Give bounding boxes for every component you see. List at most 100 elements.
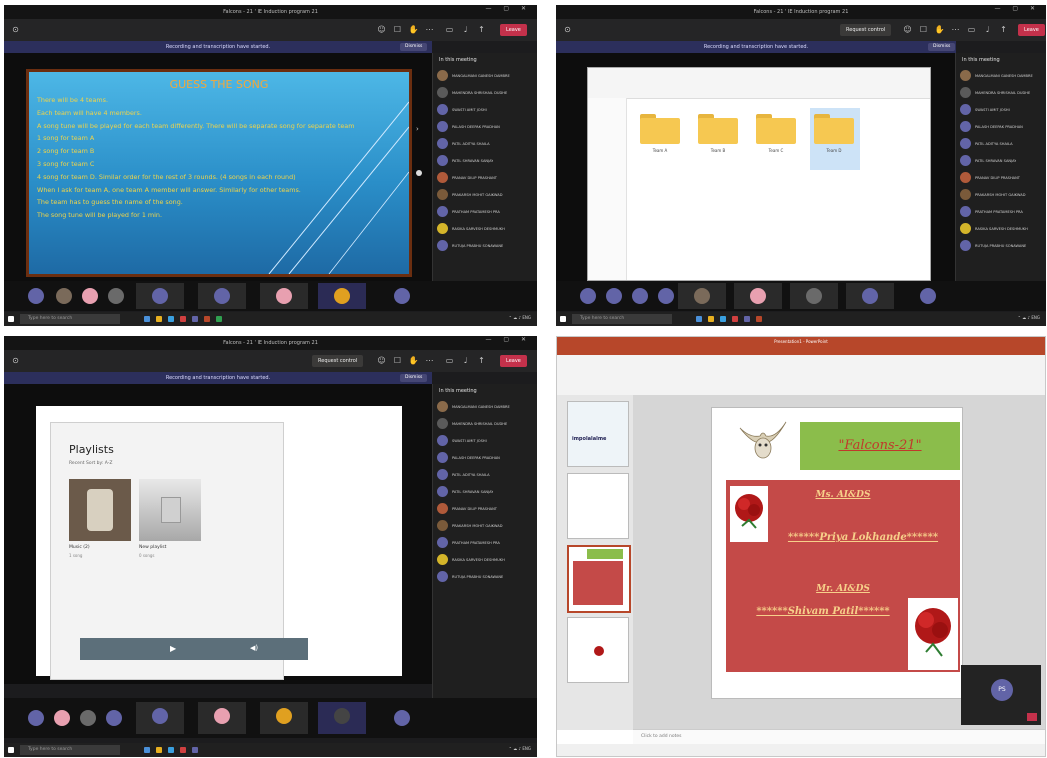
slide-thumbnail-selected[interactable] xyxy=(567,545,631,613)
share-icon[interactable]: ↑ xyxy=(998,24,1009,35)
participant-row[interactable]: PATIL SHRAVAN SANJAY xyxy=(433,483,537,500)
window-controls[interactable]: — ▢ ✕ xyxy=(485,5,531,12)
ppt-ribbon[interactable] xyxy=(557,355,1045,396)
participant-row[interactable]: PALASH DEEPAK PRADHAN xyxy=(433,118,537,135)
powerpoint-icon[interactable] xyxy=(204,316,210,322)
app-icon[interactable] xyxy=(144,316,150,322)
participant-row[interactable]: PRATHAM PRATAMESH PRA xyxy=(956,203,1046,220)
participant-row[interactable]: PRAKARSH MOHIT GAIKWAD xyxy=(956,186,1046,203)
share-icon[interactable]: ↑ xyxy=(476,355,487,366)
camera-icon[interactable]: ▭ xyxy=(444,24,455,35)
participant-row[interactable]: SWASTI AMIT JOSHI xyxy=(433,101,537,118)
participant-row[interactable]: RASIKA SARVESH DESHMUKH xyxy=(433,551,537,568)
camera-icon[interactable]: ▭ xyxy=(966,24,977,35)
mic-icon[interactable]: ♩ xyxy=(460,355,471,366)
app-icon[interactable] xyxy=(696,316,702,322)
participant-row[interactable]: PATIL SHRAVAN SANJAY xyxy=(956,152,1046,169)
next-arrow-icon[interactable]: › xyxy=(416,125,424,133)
slide-thumbnail[interactable] xyxy=(567,617,629,683)
request-control-button[interactable]: Request control xyxy=(840,24,892,36)
participant-row[interactable]: PATIL ADITYA SHAILA xyxy=(433,135,537,152)
folder-icon[interactable] xyxy=(814,112,854,144)
start-icon[interactable] xyxy=(8,316,14,322)
participant-row[interactable]: PRATHAM PRATAMESH PRA xyxy=(433,203,537,220)
people-icon[interactable]: ☺ xyxy=(376,355,387,366)
share-icon[interactable]: ↑ xyxy=(476,24,487,35)
participant-row[interactable]: PRANAV DILIP PRASHANT xyxy=(433,500,537,517)
participant-row[interactable]: RASIKA SARVESH DESHMUKH xyxy=(433,220,537,237)
participant-row[interactable]: RUTUJA PRABHU SONAWANE xyxy=(433,568,537,585)
teams-mini-window[interactable]: PS xyxy=(961,665,1041,725)
participant-row[interactable]: RASIKA SARVESH DESHMUKH xyxy=(956,220,1046,237)
participant-row[interactable]: PRANAV DILIP PRASHANT xyxy=(433,169,537,186)
participant-row[interactable]: PRAKARSH MOHIT GAIKWAD xyxy=(433,517,537,534)
edge-icon[interactable] xyxy=(720,316,726,322)
teams-icon[interactable] xyxy=(192,747,198,753)
dismiss-button[interactable]: Dismiss xyxy=(400,43,428,51)
leave-button[interactable]: Leave xyxy=(500,355,527,367)
people-icon[interactable]: ☺ xyxy=(902,24,913,35)
participant-row[interactable]: PRAKARSH MOHIT GAIKWAD xyxy=(433,186,537,203)
participant-row[interactable]: PATIL SHRAVAN SANJAY xyxy=(433,152,537,169)
media-player-bar[interactable]: ▶ ◀) xyxy=(80,638,308,660)
teams-icon[interactable] xyxy=(192,316,198,322)
slide-thumbnail[interactable] xyxy=(567,473,629,539)
start-icon[interactable] xyxy=(560,316,566,322)
taskbar-search[interactable]: Type here to search xyxy=(20,314,120,324)
participant-row[interactable]: PRANAV DILIP PRASHANT xyxy=(956,169,1046,186)
participant-row[interactable]: RUTUJA PRABHU SONAWANE xyxy=(956,237,1046,254)
folder-icon[interactable] xyxy=(156,316,162,322)
participant-row[interactable]: MANGALMANI GANESH DAMBRE xyxy=(433,398,537,415)
app-icon[interactable] xyxy=(216,316,222,322)
dismiss-button[interactable]: Dismiss xyxy=(928,43,956,51)
app-icon[interactable] xyxy=(180,316,186,322)
start-icon[interactable] xyxy=(8,747,14,753)
camera-icon[interactable]: ▭ xyxy=(444,355,455,366)
edge-icon[interactable] xyxy=(168,747,174,753)
participant-row[interactable]: MANGALMANI GANESH DAMBRE xyxy=(433,67,537,84)
slide-thumbnail[interactable]: impolalalme xyxy=(567,401,629,467)
taskbar-search[interactable]: Type here to search xyxy=(572,314,672,324)
app-icon[interactable] xyxy=(732,316,738,322)
participant-row[interactable]: MANGALMANI GANESH DAMBRE xyxy=(956,67,1046,84)
more-icon[interactable]: ⋯ xyxy=(424,24,435,35)
participant-row[interactable]: PATIL ADITYA SHAILA xyxy=(433,466,537,483)
playlists-filter[interactable]: Recent Sort by: A-Z xyxy=(69,461,112,466)
participant-row[interactable]: PALASH DEEPAK PRADHAN xyxy=(433,449,537,466)
hand-icon[interactable]: ✋ xyxy=(408,24,419,35)
folder-icon[interactable] xyxy=(756,112,796,144)
hand-icon[interactable]: ✋ xyxy=(408,355,419,366)
request-control-button[interactable]: Request control xyxy=(312,355,364,367)
playlist-card[interactable] xyxy=(69,479,131,541)
app-icon[interactable] xyxy=(144,747,150,753)
teams-icon[interactable] xyxy=(744,316,750,322)
participant-row[interactable]: PATIL ADITYA SHAILA xyxy=(956,135,1046,152)
window-controls[interactable]: — ▢ ✕ xyxy=(994,5,1040,12)
chat-icon[interactable]: ☐ xyxy=(392,355,403,366)
participant-row[interactable]: PALASH DEEPAK PRADHAN xyxy=(956,118,1046,135)
leave-button[interactable]: Leave xyxy=(1018,24,1045,36)
playlist-card[interactable] xyxy=(139,479,201,541)
more-icon[interactable]: ⋯ xyxy=(950,24,961,35)
folder-icon[interactable] xyxy=(708,316,714,322)
more-icon[interactable]: ⋯ xyxy=(424,355,435,366)
chat-icon[interactable]: ☐ xyxy=(392,24,403,35)
folder-icon[interactable] xyxy=(640,112,680,144)
leave-icon[interactable] xyxy=(1027,713,1037,721)
app-icon[interactable] xyxy=(180,747,186,753)
mic-icon[interactable]: ♩ xyxy=(982,24,993,35)
taskbar-search[interactable]: Type here to search xyxy=(20,745,120,755)
participant-row[interactable]: SWASTI AMIT JOSHI xyxy=(433,432,537,449)
participant-row[interactable]: MAHENDRA SHRISHAIL DUDHE xyxy=(956,84,1046,101)
window-controls[interactable]: — ▢ ✕ xyxy=(485,336,531,343)
participant-row[interactable]: MAHENDRA SHRISHAIL DUDHE xyxy=(433,415,537,432)
participant-row[interactable]: RUTUJA PRABHU SONAWANE xyxy=(433,237,537,254)
powerpoint-icon[interactable] xyxy=(756,316,762,322)
play-icon[interactable]: ▶ xyxy=(170,644,176,653)
dismiss-button[interactable]: Dismiss xyxy=(400,374,428,382)
participant-row[interactable]: SWASTI AMIT JOSHI xyxy=(956,101,1046,118)
leave-button[interactable]: Leave xyxy=(500,24,527,36)
chat-icon[interactable]: ☐ xyxy=(918,24,929,35)
mic-icon[interactable]: ♩ xyxy=(460,24,471,35)
people-icon[interactable]: ☺ xyxy=(376,24,387,35)
